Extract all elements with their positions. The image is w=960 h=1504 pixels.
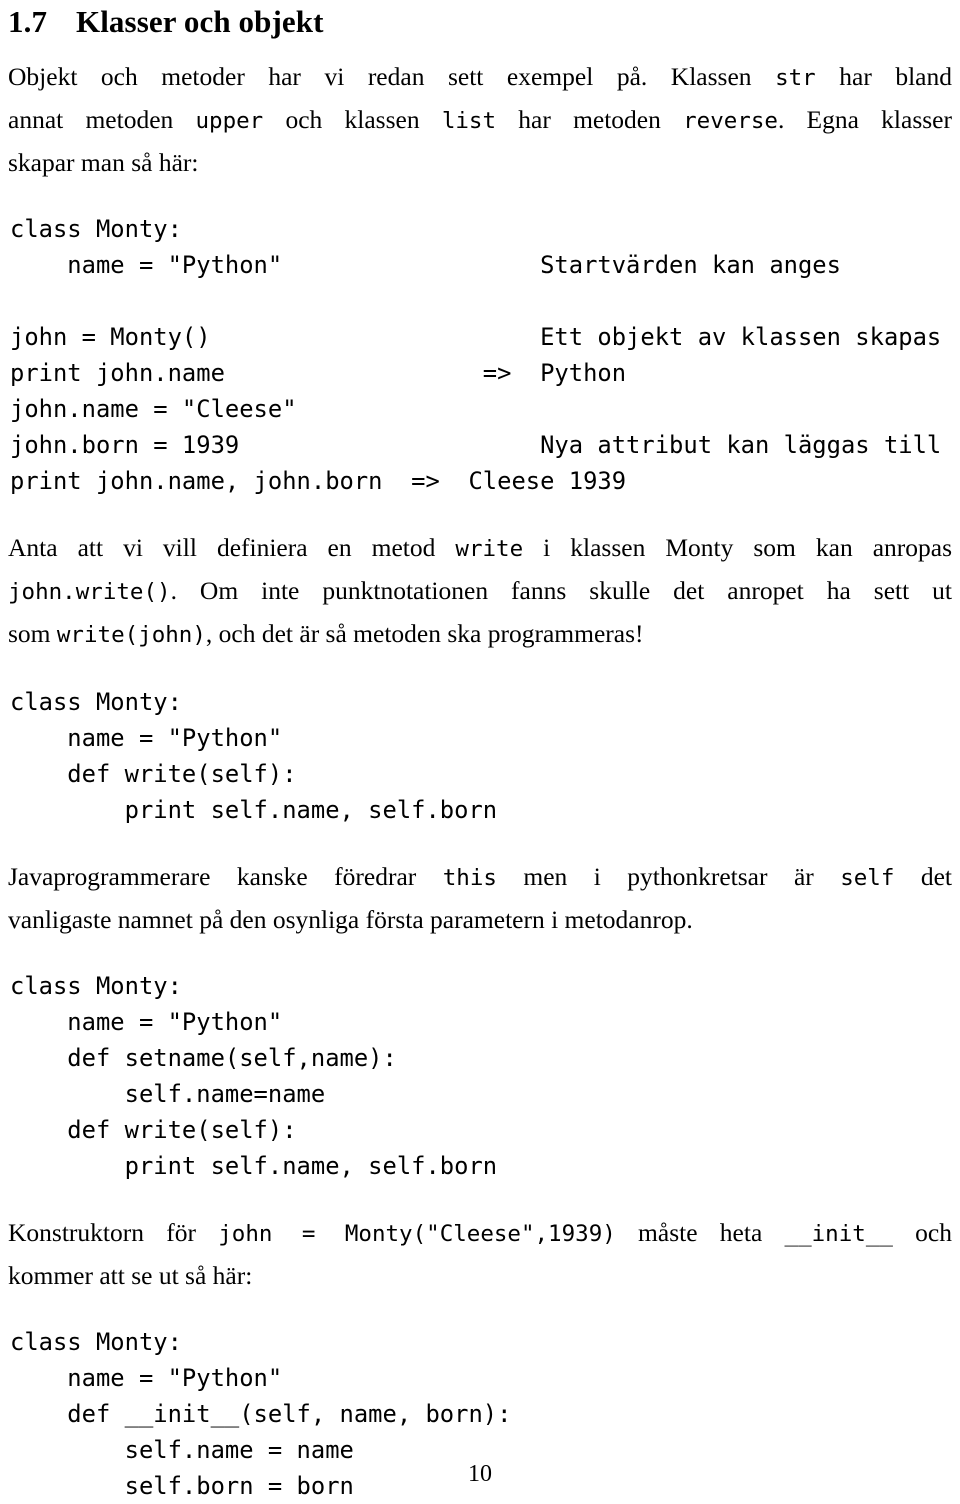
text-run: vanligaste namnet på den osynliga första… — [8, 905, 693, 934]
paragraph-line: som write(john), och det är så metoden s… — [8, 613, 952, 656]
text-run: som — [8, 619, 57, 648]
inline-code-str: str — [775, 65, 816, 91]
text-run: och klassen — [263, 105, 442, 134]
paragraph-line: kommer att se ut så här: — [8, 1255, 952, 1296]
paragraph-line: Anta att vi vill definiera en metod writ… — [8, 527, 952, 570]
paragraph-line: annat metoden upper och klassen list har… — [8, 99, 952, 142]
paragraph-self-note: Javaprogrammerare kanske föredrar this m… — [8, 856, 952, 940]
document-page: 1.7 Klasser och objekt Objekt och metoder… — [0, 0, 960, 1500]
text-run: annat metoden — [8, 105, 196, 134]
code-block-basic-class: class Monty: name = "Python" Startvärden… — [10, 215, 942, 495]
text-run: kommer att se ut så här: — [8, 1261, 253, 1290]
code-block-setname-method: class Monty: name = "Python" def setname… — [10, 972, 498, 1180]
inline-code-write: write — [455, 536, 524, 562]
text-run: har metoden — [496, 105, 684, 134]
paragraph-line: Objekt och metoder har vi redan sett exe… — [8, 56, 952, 99]
text-run: , och det är så metoden ska programmeras… — [205, 619, 644, 648]
paragraph-line: vanligaste namnet på den osynliga första… — [8, 899, 952, 940]
text-run: skapar man så här: — [8, 148, 199, 177]
inline-code-reverse: reverse — [683, 108, 778, 134]
text-run: i klassen Monty som kan anropas — [523, 533, 953, 562]
inline-code-self: self — [840, 865, 895, 891]
code-block-write-method: class Monty: name = "Python" def write(s… — [10, 688, 498, 824]
text-run: . Om inte punktnotationen fanns skulle d… — [170, 576, 952, 605]
paragraph-write-method: Anta att vi vill definiera en metod writ… — [8, 527, 952, 656]
text-run: Konstruktorn för — [8, 1218, 219, 1247]
section-number: 1.7 — [8, 4, 48, 39]
inline-code-monty-call: john = Monty("Cleese",1939) — [218, 1221, 616, 1247]
text-run: Anta att vi vill definiera en metod — [8, 533, 456, 562]
inline-code-list: list — [441, 108, 497, 134]
section-title: Klasser och objekt — [76, 4, 324, 39]
paragraph-constructor: Konstruktorn för john = Monty("Cleese",1… — [8, 1212, 952, 1296]
text-run: Javaprogrammerare kanske föredrar — [8, 862, 443, 891]
paragraph-line: skapar man så här: — [8, 142, 952, 183]
inline-code-upper: upper — [195, 108, 264, 134]
paragraph-line: Konstruktorn för john = Monty("Cleese",1… — [8, 1212, 952, 1255]
text-run: och — [892, 1218, 953, 1247]
paragraph-line: john.write(). Om inte punktnotationen fa… — [8, 570, 952, 613]
page-number: 10 — [468, 1461, 492, 1487]
text-run: men i pythonkretsar är — [496, 862, 841, 891]
text-run: Objekt och metoder har vi redan sett exe… — [8, 62, 776, 91]
inline-code-this: this — [442, 865, 497, 891]
text-run: det — [894, 862, 953, 891]
inline-code-init: __init__ — [784, 1221, 893, 1247]
inline-code-john-write-call: john.write() — [8, 579, 171, 605]
paragraph-intro: Objekt och metoder har vi redan sett exe… — [8, 56, 952, 183]
paragraph-line: Javaprogrammerare kanske föredrar this m… — [8, 856, 952, 899]
text-run: . Egna klasser — [777, 105, 952, 134]
inline-code-write-john: write(john) — [56, 622, 206, 648]
text-run: har bland — [815, 62, 952, 91]
text-run: måste heta — [615, 1218, 785, 1247]
page-title: 1.7 Klasser och objekt — [8, 0, 952, 37]
